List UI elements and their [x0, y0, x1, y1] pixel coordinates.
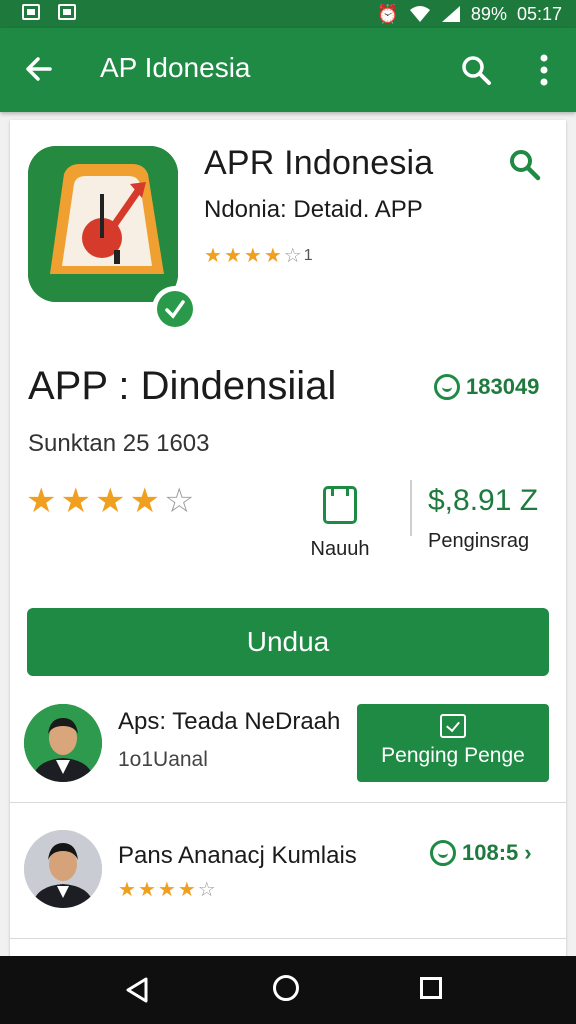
smile-icon	[430, 840, 456, 866]
battery-text: 89%	[470, 3, 507, 24]
stat-downloads: Nauuh	[300, 480, 380, 561]
review-title: Pans Ananacj Kumlais	[118, 842, 357, 869]
divider	[10, 802, 566, 803]
app-bar: AP Idonesia	[0, 28, 576, 112]
review-title: Aps: Teada NeDraah	[118, 708, 341, 735]
avatar	[24, 830, 102, 908]
gallery-notification-icon	[22, 4, 40, 20]
stat-price: $,8.91 Z Penginsrag	[428, 484, 558, 553]
app-subtitle: Ndonia: Detaid. APP	[204, 196, 423, 223]
detail-title: APP : Dindensiial	[28, 364, 337, 408]
checkbox-icon	[440, 714, 466, 738]
star-icon: ★	[263, 245, 282, 267]
nav-recents-icon[interactable]	[420, 977, 442, 999]
stat-right-value: $,8.91 Z	[428, 484, 539, 517]
rating-count: 1	[303, 247, 313, 264]
star-icon: ★	[157, 879, 176, 901]
star-empty-icon: ☆	[197, 879, 216, 901]
nav-back-icon[interactable]	[124, 976, 150, 1004]
star-icon: ★	[177, 879, 196, 901]
search-people-icon[interactable]	[508, 148, 542, 182]
star-icon: ★	[204, 245, 222, 267]
back-arrow-icon[interactable]	[24, 54, 54, 84]
list-item[interactable]: Aps: Teada NeDraah 1o1Uanal Penging Peng…	[10, 694, 566, 802]
search-icon[interactable]	[460, 54, 492, 86]
star-icon: ★	[26, 482, 57, 520]
nav-home-icon[interactable]	[273, 975, 299, 1001]
install-button[interactable]: Undua	[27, 608, 549, 676]
detail-sub-info: Sunktan 25 1603	[28, 430, 210, 457]
more-vert-icon[interactable]	[530, 52, 558, 88]
clipboard-icon	[323, 486, 357, 524]
chevron-right-icon: ›	[524, 840, 532, 865]
smile-icon	[434, 374, 460, 400]
review-action-button[interactable]: Penging Penge	[357, 704, 549, 782]
review-rating: ★ ★ ★ ★ ☆	[118, 880, 216, 900]
photo-notification-icon	[58, 4, 76, 20]
list-item[interactable]: Pans Ananacj Kumlais ★ ★ ★ ★ ☆ 108:5 ›	[10, 820, 566, 938]
alarm-icon: ⏰	[376, 4, 399, 24]
star-empty-icon: ☆	[283, 245, 302, 267]
star-icon: ★	[243, 245, 262, 267]
signal-icon	[441, 6, 460, 22]
star-icon: ★	[137, 879, 156, 901]
star-icon: ★	[129, 482, 160, 520]
stat-divider	[410, 480, 412, 536]
star-icon: ★	[118, 879, 136, 901]
app-detail-card: APR Indonesia Ndonia: Detaid. APP ★ ★ ★ …	[10, 120, 566, 960]
avatar	[24, 704, 102, 782]
star-icon: ★	[223, 245, 242, 267]
system-nav-bar	[0, 956, 576, 1024]
detail-badge-value: 183049	[466, 374, 540, 399]
check-icon	[165, 300, 185, 319]
clock: 05:17	[516, 3, 562, 24]
status-bar: ⏰ 89% 05:17	[0, 0, 576, 28]
app-bar-title: AP Idonesia	[100, 52, 251, 83]
star-icon: ★	[60, 482, 91, 520]
stat-right-label: Penginsrag	[428, 530, 530, 552]
person-avatar-icon	[24, 830, 102, 908]
verified-badge	[152, 286, 198, 332]
detail-rating: ★ ★ ★ ★ ☆	[26, 484, 194, 518]
stat-mid-label: Nauuh	[310, 538, 370, 560]
wifi-icon	[409, 6, 430, 22]
detail-badge: 183049	[434, 374, 539, 400]
app-logo-icon	[28, 146, 198, 332]
review-badge[interactable]: 108:5 ›	[430, 840, 532, 866]
gauge-logo-icon	[28, 146, 178, 302]
star-icon: ★	[94, 482, 126, 520]
person-avatar-icon	[24, 704, 102, 782]
review-badge-value: 108:5	[462, 840, 519, 865]
header-rating: ★ ★ ★ ★ ☆ 1	[204, 246, 313, 266]
star-empty-icon: ☆	[163, 482, 195, 520]
review-subtitle: 1o1Uanal	[118, 748, 208, 771]
divider	[10, 938, 566, 939]
review-action-label: Penging Penge	[381, 744, 525, 767]
app-title: APR Indonesia	[204, 144, 434, 182]
